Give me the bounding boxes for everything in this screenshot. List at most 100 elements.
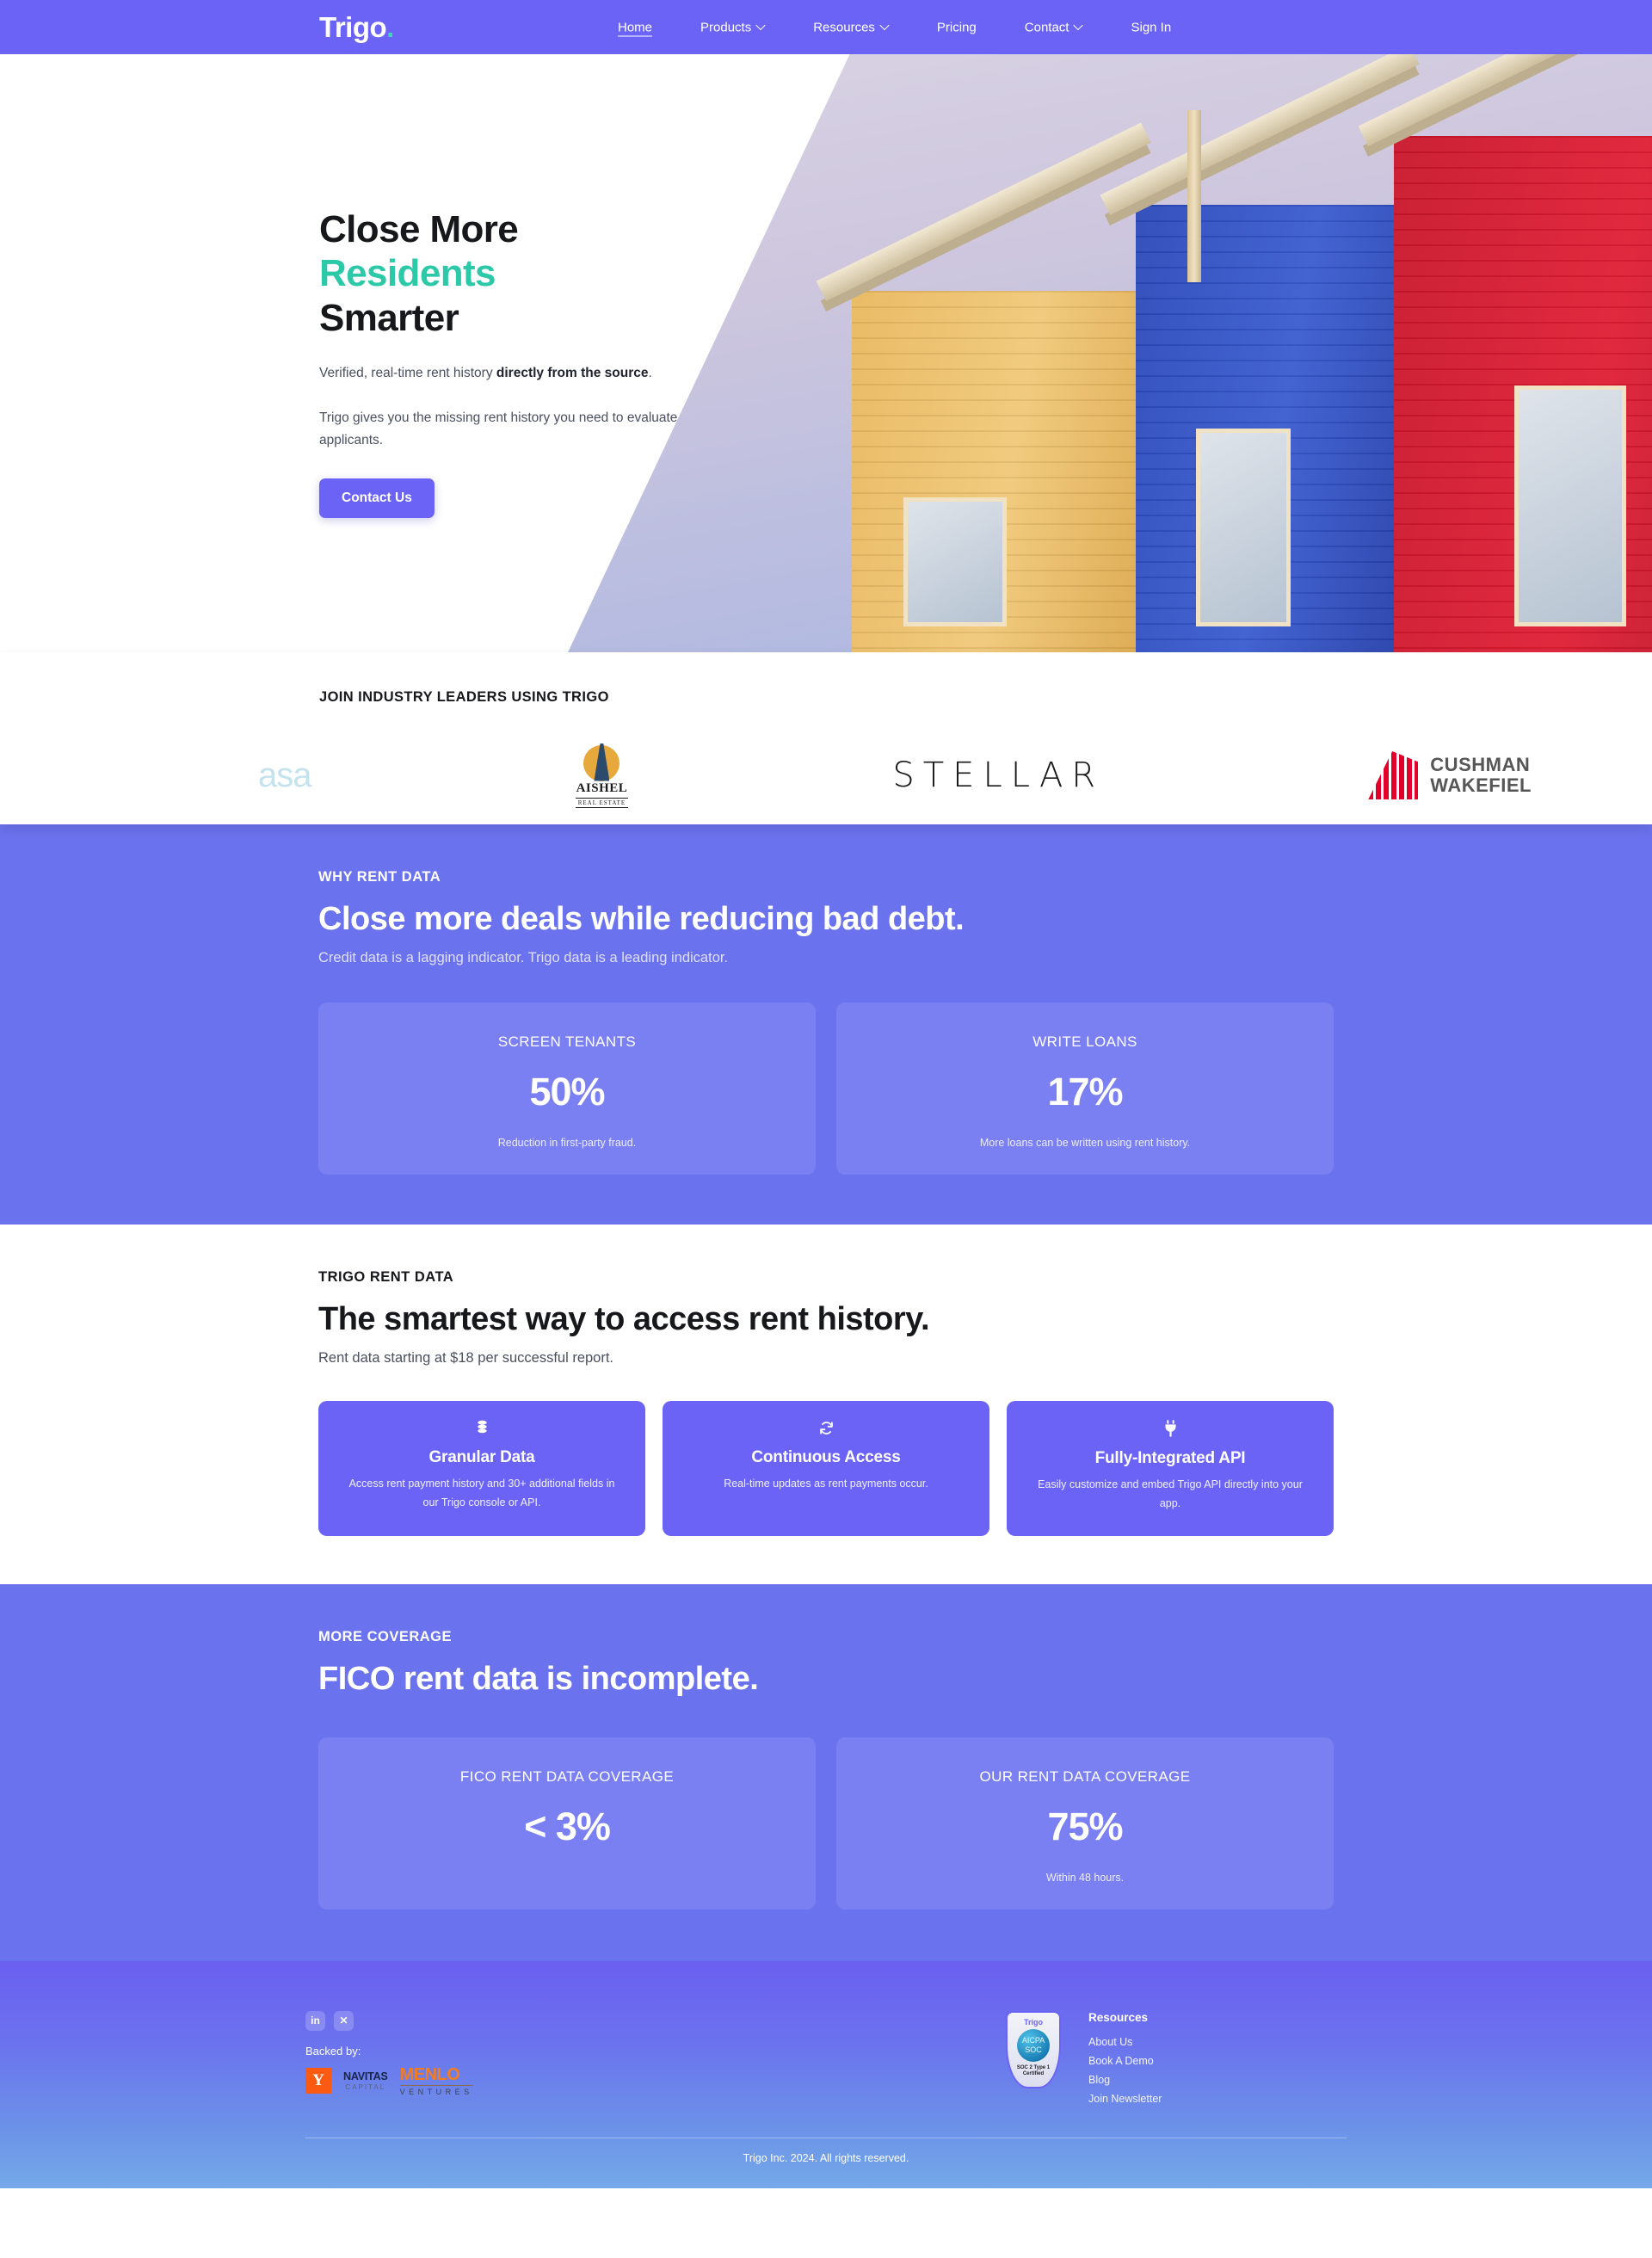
hero-section: Close More Residents Smarter Verified, r…	[0, 54, 1652, 652]
nav-item-resources[interactable]: Resources	[813, 20, 889, 34]
refresh-icon	[818, 1420, 835, 1440]
more-coverage-eyebrow: MORE COVERAGE	[318, 1628, 453, 1644]
feature-card-continuous-access[interactable]: Continuous Access Real-time updates as r…	[663, 1401, 989, 1536]
more-coverage-section: MORE COVERAGE FICO rent data is incomple…	[0, 1583, 1652, 1961]
chevron-down-icon	[881, 22, 889, 29]
hero-image-houses	[568, 54, 1652, 652]
industry-leaders-title: JOIN INDUSTRY LEADERS USING TRIGO	[319, 689, 609, 705]
cushman-logo-line2: WAKEFIEL	[1430, 774, 1532, 796]
menlo-line2: VENTURES	[399, 2084, 473, 2096]
cushman-building-icon	[1368, 751, 1419, 799]
stat-card-value: 75%	[1047, 1804, 1123, 1848]
stat-card-write-loans: WRITE LOANS 17% More loans can be writte…	[836, 1003, 1334, 1175]
soc-line: SOC	[1025, 2045, 1042, 2054]
feature-card-fully-integrated-api[interactable]: Fully-Integrated API Easily customize an…	[1007, 1401, 1334, 1536]
hero-paragraph-1-plain: Verified, real-time rent history	[319, 366, 496, 381]
navitas-line1: NAVITAS	[343, 2070, 388, 2082]
feature-card-desc: Real-time updates as rent payments occur…	[724, 1478, 928, 1490]
why-rent-data-section: WHY RENT DATA Close more deals while red…	[0, 824, 1652, 1225]
ycombinator-logo: Y	[305, 2068, 331, 2095]
nav-item-label: Pricing	[936, 20, 977, 34]
aishel-logo-text: AISHEL	[576, 780, 628, 795]
footer-link-join-newsletter[interactable]: Join Newsletter	[1088, 2093, 1347, 2105]
trigo-rent-data-subline: Rent data starting at $18 per successful…	[318, 1350, 614, 1366]
hero-headline: Close More Residents Smarter	[319, 207, 715, 340]
landing-page: Trigo. Home Products Resources Pricing C…	[0, 0, 1652, 2188]
nav-item-products[interactable]: Products	[700, 20, 765, 34]
why-rent-data-cards: SCREEN TENANTS 50% Reduction in first-pa…	[318, 1003, 1334, 1175]
top-navigation-bar: Trigo. Home Products Resources Pricing C…	[0, 0, 1652, 54]
soc2-cert-text: SOC 2 Type 1 Certified	[1016, 2064, 1051, 2077]
cushman-logo-line1: CUSHMAN	[1430, 754, 1531, 776]
stat-card-value: 50%	[529, 1070, 605, 1114]
soc2-badge-brand: Trigo	[1024, 2017, 1043, 2027]
stat-card-value: < 3%	[524, 1804, 611, 1848]
footer-resources-column: Resources About Us Book A Demo Blog Join…	[1088, 2011, 1347, 2105]
social-links: in ✕	[305, 2010, 718, 2031]
nav-item-sign-in[interactable]: Sign In	[1131, 20, 1171, 34]
stat-card-screen-tenants: SCREEN TENANTS 50% Reduction in first-pa…	[318, 1003, 816, 1175]
nav-item-label: Contact	[1024, 20, 1069, 34]
feature-card-desc: Easily customize and embed Trigo API dir…	[1038, 1478, 1303, 1509]
stat-card-label: WRITE LOANS	[1032, 1033, 1137, 1050]
footer-copyright: Trigo Inc. 2024. All rights reserved.	[743, 2151, 909, 2164]
roof-shadow-yellow	[820, 142, 1151, 312]
aicpa-soc-seal: AICPA SOC	[1017, 2028, 1050, 2062]
window-blue	[1196, 429, 1291, 626]
trigo-rent-data-section: TRIGO RENT DATA The smartest way to acce…	[0, 1225, 1652, 1584]
stat-card-label: OUR RENT DATA COVERAGE	[979, 1768, 1191, 1785]
stat-card-value: 17%	[1047, 1070, 1123, 1114]
hero-paragraph-1: Verified, real-time rent history directl…	[319, 362, 715, 385]
stat-card-fico-coverage: FICO RENT DATA COVERAGE < 3%	[318, 1737, 816, 1909]
trigo-rent-data-cards: Granular Data Access rent payment histor…	[318, 1401, 1334, 1536]
x-twitter-glyph: ✕	[339, 2014, 348, 2027]
hero-paragraph-1-bold: directly from the source	[496, 366, 649, 381]
nav-item-pricing[interactable]: Pricing	[937, 20, 977, 34]
stat-card-desc: Within 48 hours.	[1045, 1871, 1125, 1884]
brand-logo-dot: .	[386, 10, 394, 43]
chimney-pipe	[1187, 110, 1201, 282]
partner-logo-stellar: STELLAR	[892, 745, 1104, 805]
x-twitter-icon[interactable]: ✕	[334, 2010, 354, 2031]
feature-card-granular-data[interactable]: Granular Data Access rent payment histor…	[318, 1401, 645, 1536]
stat-card-desc: More loans can be written using rent his…	[979, 1137, 1191, 1149]
window-red	[1514, 386, 1626, 626]
footer-link-book-a-demo[interactable]: Book A Demo	[1088, 2055, 1347, 2067]
hero-paragraph-2: Trigo gives you the missing rent history…	[319, 410, 678, 447]
hero-headline-line3: Smarter	[319, 296, 459, 339]
navitas-line2: CAPITAL	[345, 2082, 386, 2091]
stat-card-our-coverage: OUR RENT DATA COVERAGE 75% Within 48 hou…	[836, 1737, 1334, 1909]
feature-card-desc: Access rent payment history and 30+ addi…	[348, 1478, 615, 1508]
nav-item-contact[interactable]: Contact	[1025, 20, 1083, 34]
trigo-rent-data-headline: The smartest way to access rent history.	[318, 1301, 930, 1337]
footer-link-blog[interactable]: Blog	[1088, 2074, 1347, 2086]
stat-card-label: FICO RENT DATA COVERAGE	[459, 1768, 675, 1785]
partner-logo-aishel: AISHEL REAL ESTATE	[575, 743, 629, 808]
hero-copy: Close More Residents Smarter Verified, r…	[319, 207, 715, 519]
linkedin-glyph: in	[311, 2014, 320, 2027]
page-footer: in ✕ Backed by: Y NAVITAS CAPITAL MENLO …	[0, 1960, 1652, 2188]
footer-links-title: Resources	[1088, 2010, 1149, 2024]
soc2-badge: Trigo AICPA SOC SOC 2 Type 1 Certified	[1006, 2010, 1061, 2105]
footer-left-column: in ✕ Backed by: Y NAVITAS CAPITAL MENLO …	[305, 2010, 718, 2105]
brand-logo-text: Trigo	[319, 10, 387, 43]
backed-by-label: Backed by:	[305, 2044, 361, 2057]
aishel-logo-sub: REAL ESTATE	[575, 797, 629, 808]
why-rent-data-subline: Credit data is a lagging indicator. Trig…	[318, 950, 729, 966]
aicpa-line: AICPA	[1021, 2036, 1045, 2045]
partner-logo-cushman-wakefield: CUSHMAN WAKEFIEL	[1368, 745, 1532, 805]
contact-us-button[interactable]: Contact Us	[319, 478, 435, 519]
brand-logo[interactable]: Trigo.	[319, 11, 394, 44]
footer-link-about-us[interactable]: About Us	[1088, 2036, 1347, 2048]
menlo-line1: MENLO	[399, 2064, 460, 2084]
feature-card-title: Continuous Access	[751, 1448, 901, 1466]
stellar-logo-text: STELLAR	[892, 756, 1105, 795]
stat-card-desc: Reduction in first-party fraud.	[497, 1137, 637, 1149]
linkedin-icon[interactable]: in	[305, 2010, 325, 2031]
nav-item-label: Products	[700, 20, 752, 34]
footer-right-column: Trigo AICPA SOC SOC 2 Type 1 Certified R…	[1006, 2010, 1347, 2105]
nav-item-label: Resources	[813, 20, 875, 34]
chevron-down-icon	[757, 22, 765, 29]
nav-item-label: Home	[618, 20, 653, 34]
nav-item-home[interactable]: Home	[618, 20, 652, 34]
